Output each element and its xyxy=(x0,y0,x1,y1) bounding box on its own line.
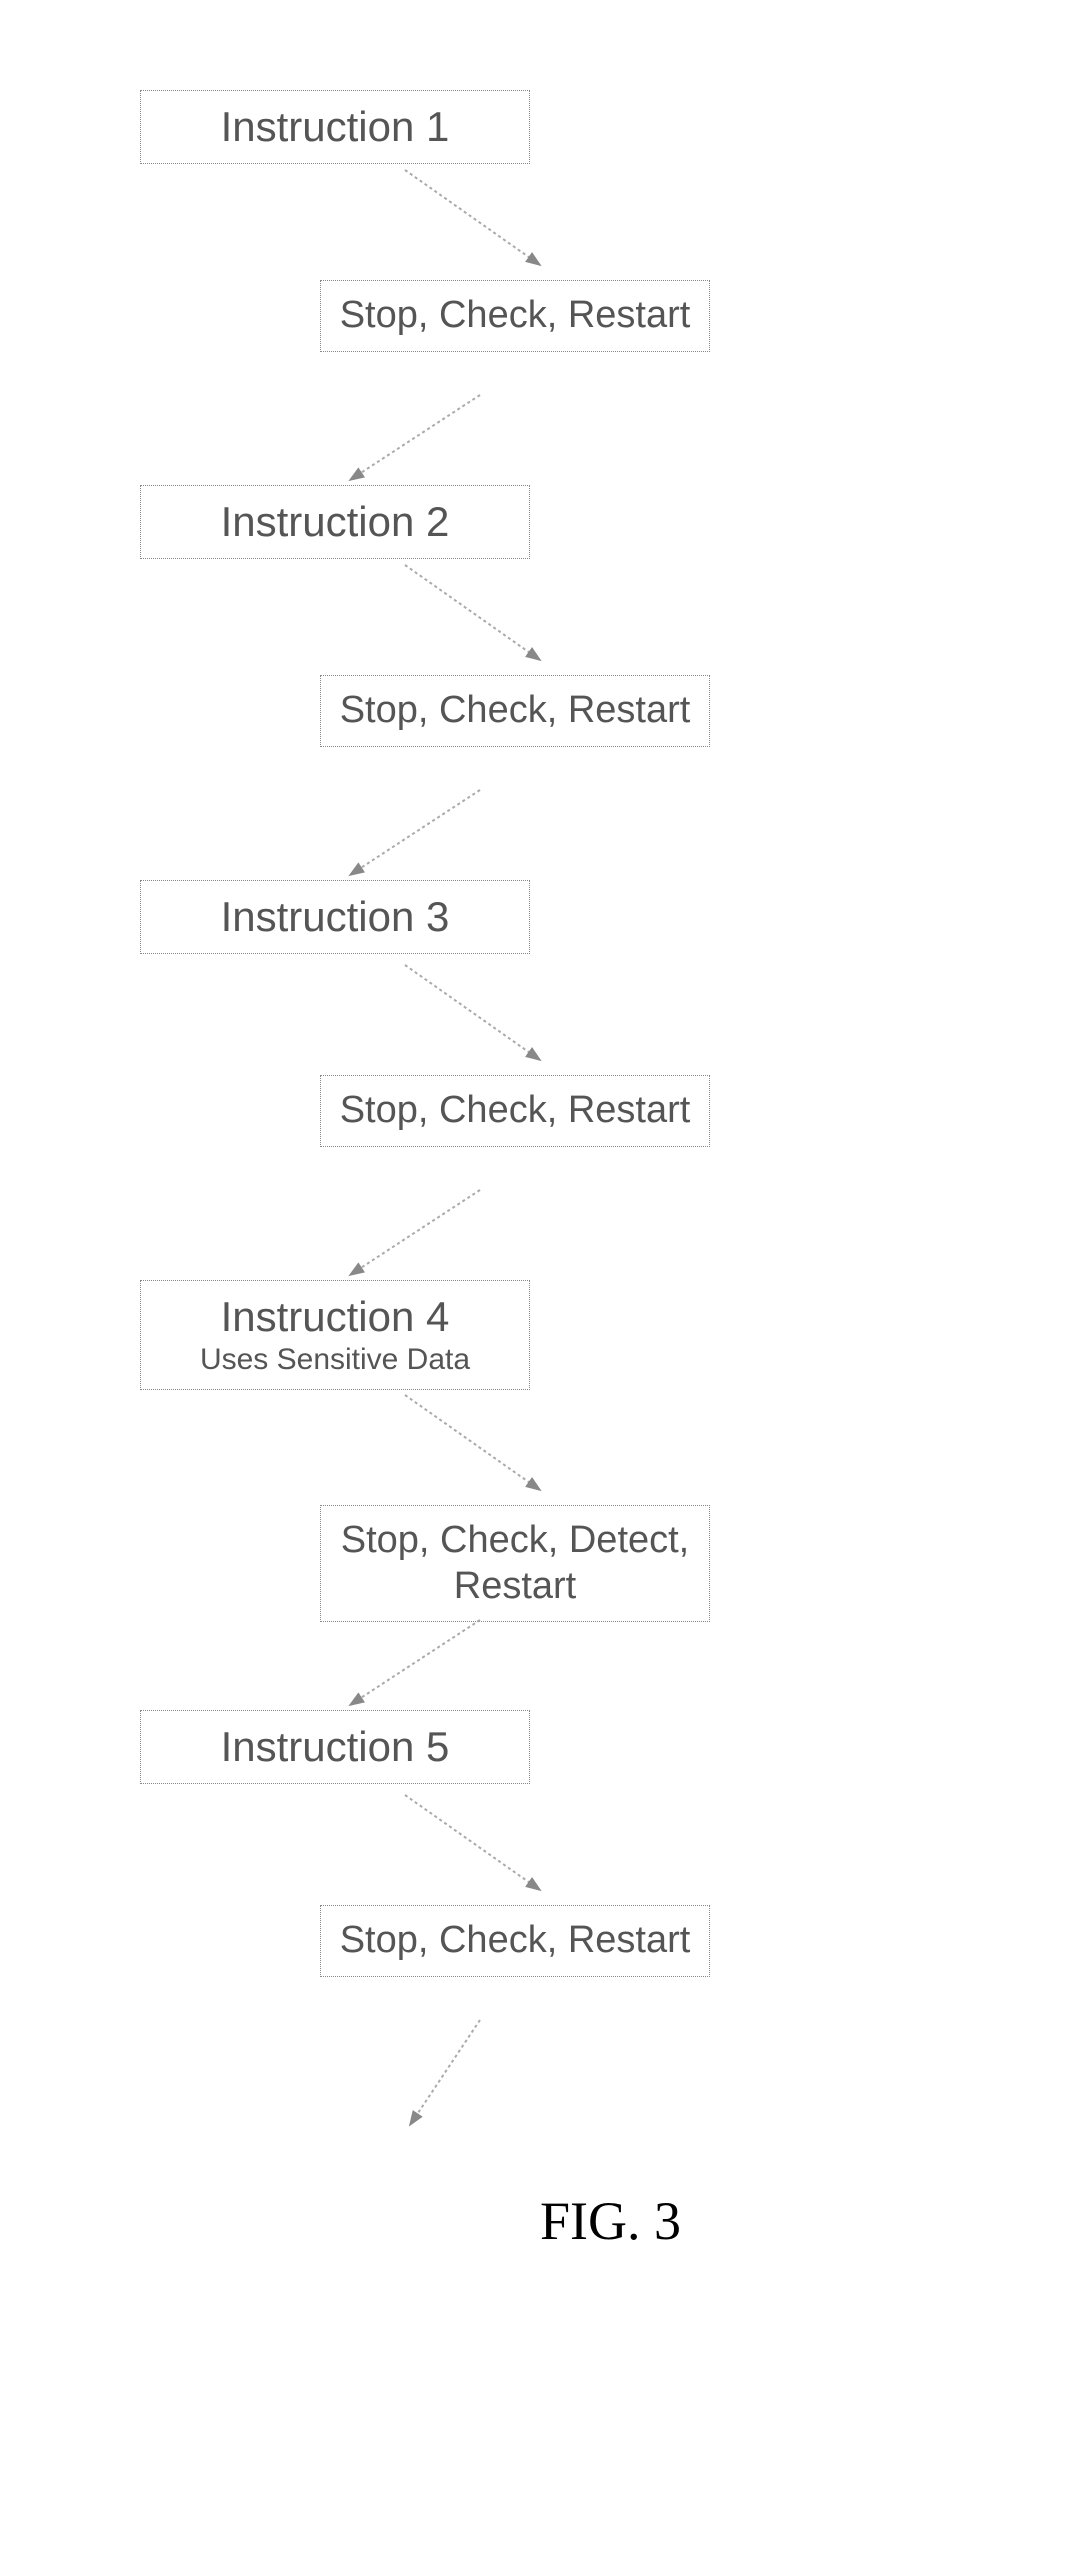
instruction-4-sub: Uses Sensitive Data xyxy=(151,1343,519,1377)
arrow-10-icon xyxy=(340,2015,500,2135)
instruction-2-label: Instruction 2 xyxy=(221,498,450,545)
check-4-label: Stop, Check, Detect, Restart xyxy=(341,1519,690,1607)
instruction-4-label: Instruction 4 xyxy=(221,1293,450,1340)
arrow-6-icon xyxy=(340,1185,500,1285)
check-2-label: Stop, Check, Restart xyxy=(340,689,691,731)
check-3-box: Stop, Check, Restart xyxy=(320,1075,710,1147)
check-3-label: Stop, Check, Restart xyxy=(340,1089,691,1131)
arrow-1-icon xyxy=(400,165,560,280)
arrow-4-icon xyxy=(340,785,500,885)
check-5-label: Stop, Check, Restart xyxy=(340,1919,691,1961)
arrow-2-icon xyxy=(340,390,500,490)
instruction-5-box: Instruction 5 xyxy=(140,1710,530,1784)
figure-label: FIG. 3 xyxy=(540,2190,681,2252)
arrow-7-icon xyxy=(400,1390,560,1505)
check-2-box: Stop, Check, Restart xyxy=(320,675,710,747)
instruction-1-label: Instruction 1 xyxy=(221,103,450,150)
instruction-1-box: Instruction 1 xyxy=(140,90,530,164)
check-1-box: Stop, Check, Restart xyxy=(320,280,710,352)
instruction-3-label: Instruction 3 xyxy=(221,893,450,940)
arrow-9-icon xyxy=(400,1790,560,1905)
arrow-8-icon xyxy=(340,1615,500,1715)
instruction-2-box: Instruction 2 xyxy=(140,485,530,559)
check-1-label: Stop, Check, Restart xyxy=(340,294,691,336)
check-4-box: Stop, Check, Detect, Restart xyxy=(320,1505,710,1622)
arrow-5-icon xyxy=(400,960,560,1075)
arrow-3-icon xyxy=(400,560,560,675)
instruction-3-box: Instruction 3 xyxy=(140,880,530,954)
check-5-box: Stop, Check, Restart xyxy=(320,1905,710,1977)
instruction-5-label: Instruction 5 xyxy=(221,1723,450,1770)
instruction-4-box: Instruction 4 Uses Sensitive Data xyxy=(140,1280,530,1390)
